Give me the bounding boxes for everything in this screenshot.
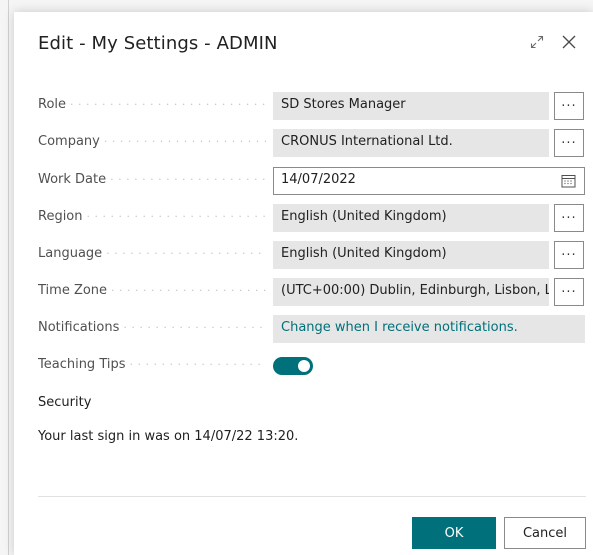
region-label: Region [38,209,266,224]
footer-divider [38,496,586,497]
work-date-label: Work Date [38,172,266,187]
calendar-icon[interactable] [561,174,576,192]
work-date-input[interactable]: 14/07/2022 [273,167,585,195]
role-more-button[interactable]: ··· [554,92,584,120]
settings-dialog: Edit - My Settings - ADMIN Role SD Store… [14,12,593,555]
role-label: Role [38,97,266,112]
teaching-tips-row: Teaching Tips [38,352,586,380]
company-more-button[interactable]: ··· [554,129,584,157]
role-row: Role SD Stores Manager ··· [38,92,586,120]
region-field[interactable]: English (United Kingdom) [273,204,549,232]
ok-button[interactable]: OK [412,517,496,549]
role-field[interactable]: SD Stores Manager [273,92,549,120]
company-field[interactable]: CRONUS International Ltd. [273,129,549,157]
window-controls [527,32,579,52]
time-zone-row: Time Zone (UTC+00:00) Dublin, Edinburgh,… [38,278,586,306]
notifications-link[interactable]: Change when I receive notifications. [273,315,585,343]
notifications-label: Notifications [38,320,266,335]
company-row: Company CRONUS International Ltd. ··· [38,129,586,157]
language-label: Language [38,246,266,261]
last-signin-text: Your last sign in was on 14/07/22 13:20. [38,429,299,444]
close-icon[interactable] [559,32,579,52]
language-more-button[interactable]: ··· [554,241,584,269]
backdrop-divider [8,0,9,555]
teaching-tips-label: Teaching Tips [38,357,266,372]
teaching-tips-toggle[interactable] [273,357,313,375]
work-date-row: Work Date 14/07/2022 [38,167,586,195]
time-zone-field[interactable]: (UTC+00:00) Dublin, Edinburgh, Lisbon, L… [273,278,549,306]
language-field[interactable]: English (United Kingdom) [273,241,549,269]
company-label: Company [38,134,266,149]
security-heading: Security [38,395,92,410]
language-row: Language English (United Kingdom) ··· [38,241,586,269]
time-zone-more-button[interactable]: ··· [554,278,584,306]
time-zone-label: Time Zone [38,283,266,298]
expand-icon[interactable] [527,32,547,52]
dialog-title: Edit - My Settings - ADMIN [38,33,278,54]
toggle-knob [298,360,310,372]
region-more-button[interactable]: ··· [554,204,584,232]
cancel-button[interactable]: Cancel [504,517,586,549]
notifications-row: Notifications Change when I receive noti… [38,315,586,343]
work-date-value: 14/07/2022 [281,172,356,187]
region-row: Region English (United Kingdom) ··· [38,204,586,232]
